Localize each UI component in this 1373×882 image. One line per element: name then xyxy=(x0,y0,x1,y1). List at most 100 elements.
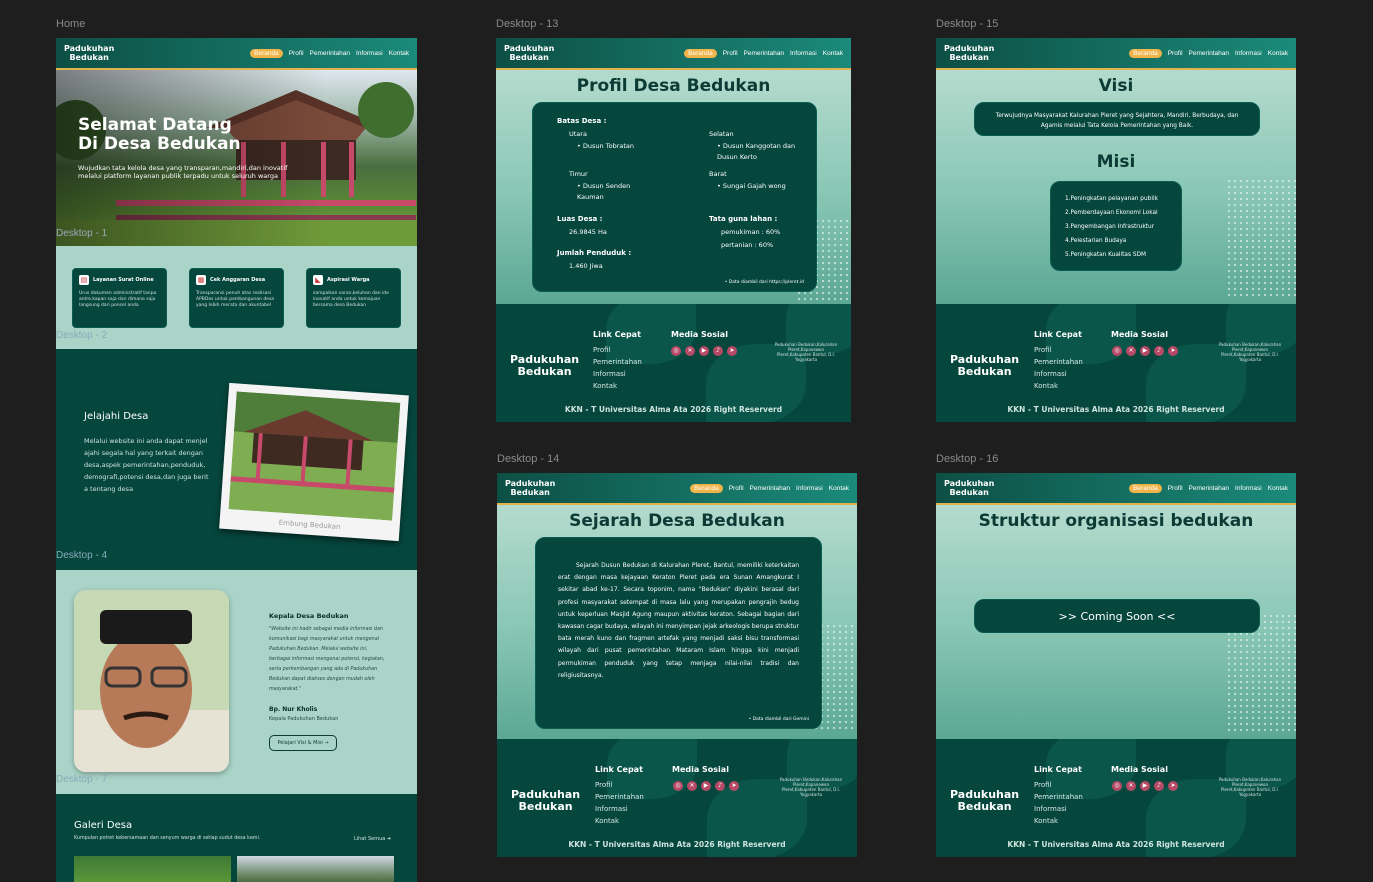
frame-label-desktop-14[interactable]: Desktop - 14 xyxy=(497,453,559,465)
nav-item-kontak[interactable]: Kontak xyxy=(823,50,843,57)
frame-label-desktop-2[interactable]: Desktop - 2 xyxy=(56,330,107,341)
head-name: Bp. Nur Kholis xyxy=(269,706,318,713)
nav-item-pemerintahan[interactable]: Pemerintahan xyxy=(310,50,350,57)
footer-link-informasi[interactable]: Informasi xyxy=(595,805,628,813)
youtube-icon[interactable]: ▶ xyxy=(1140,781,1150,791)
footer-link-kontak[interactable]: Kontak xyxy=(593,382,617,390)
desktop-15-frame[interactable]: Padukuhan Bedukan Beranda Profil Pemerint… xyxy=(936,38,1296,422)
desktop-16-frame[interactable]: Padukuhan Bedukan Beranda Profil Pemerint… xyxy=(936,473,1296,857)
nav-item-beranda[interactable]: Beranda xyxy=(1129,48,1162,58)
social-icons: ◎ ✕ ▶ ♪ ➤ xyxy=(671,346,737,356)
frame-label-home[interactable]: Home xyxy=(56,18,85,30)
see-all-link[interactable]: Lihat Semua ➔ xyxy=(354,836,391,842)
frame-label-desktop-13[interactable]: Desktop - 13 xyxy=(496,18,558,30)
nav-item-informasi[interactable]: Informasi xyxy=(356,50,383,57)
service-card[interactable]: ◣ Aspirasi Warga sampaikan saran,keluhan… xyxy=(306,268,401,328)
youtube-icon[interactable]: ▶ xyxy=(1140,346,1150,356)
footer-link-pemerintahan[interactable]: Pemerintahan xyxy=(1034,358,1083,366)
footer-link-pemerintahan[interactable]: Pemerintahan xyxy=(593,358,642,366)
frame-label-desktop-16[interactable]: Desktop - 16 xyxy=(936,453,998,465)
profile-card: Batas Desa : Utara • Dusun Tobratan Sela… xyxy=(532,102,817,292)
instagram-icon[interactable]: ◎ xyxy=(1112,781,1122,791)
footer-link-informasi[interactable]: Informasi xyxy=(593,370,626,378)
telegram-icon[interactable]: ➤ xyxy=(1168,781,1178,791)
footer-link-informasi[interactable]: Informasi xyxy=(1034,370,1067,378)
nav-brand[interactable]: Padukuhan Bedukan xyxy=(505,479,555,497)
nav-item-beranda[interactable]: Beranda xyxy=(684,48,717,58)
nav-item-pemerintahan[interactable]: Pemerintahan xyxy=(750,485,790,492)
nav-item-informasi[interactable]: Informasi xyxy=(1235,50,1262,57)
tiktok-icon[interactable]: ♪ xyxy=(715,781,725,791)
frame-label-desktop-1[interactable]: Desktop - 1 xyxy=(56,228,107,239)
nav-item-kontak[interactable]: Kontak xyxy=(389,50,409,57)
telegram-icon[interactable]: ➤ xyxy=(1168,346,1178,356)
nav-item-kontak[interactable]: Kontak xyxy=(1268,485,1288,492)
budget-icon: ▦ xyxy=(196,275,206,285)
nav-brand[interactable]: Padukuhan Bedukan xyxy=(504,44,554,62)
nav-brand[interactable]: Padukuhan Bedukan xyxy=(944,44,994,62)
service-card[interactable]: ▤ Layanan Surat Online Urus dokumen admi… xyxy=(72,268,167,328)
visi-misi-button[interactable]: Pelajari Visi & Misi → xyxy=(269,735,337,751)
tiktok-icon[interactable]: ♪ xyxy=(713,346,723,356)
nav-item-informasi[interactable]: Informasi xyxy=(1235,485,1262,492)
nav-item-informasi[interactable]: Informasi xyxy=(790,50,817,57)
polaroid-photo[interactable]: Embung Bedukan xyxy=(219,382,409,542)
x-icon[interactable]: ✕ xyxy=(685,346,695,356)
tiktok-icon[interactable]: ♪ xyxy=(1154,781,1164,791)
nav-menu: Beranda Profil Pemerintahan Informasi Ko… xyxy=(684,48,843,58)
instagram-icon[interactable]: ◎ xyxy=(671,346,681,356)
instagram-icon[interactable]: ◎ xyxy=(673,781,683,791)
nav-item-profil[interactable]: Profil xyxy=(1168,485,1183,492)
x-icon[interactable]: ✕ xyxy=(1126,346,1136,356)
footer-link-profil[interactable]: Profil xyxy=(595,781,612,789)
tiktok-icon[interactable]: ♪ xyxy=(1154,346,1164,356)
telegram-icon[interactable]: ➤ xyxy=(729,781,739,791)
footer-link-profil[interactable]: Profil xyxy=(1034,346,1051,354)
footer-brand: Padukuhan Bedukan xyxy=(950,353,1020,378)
nav-item-beranda[interactable]: Beranda xyxy=(1129,483,1162,493)
nav-item-informasi[interactable]: Informasi xyxy=(796,485,823,492)
instagram-icon[interactable]: ◎ xyxy=(1112,346,1122,356)
desktop-13-frame[interactable]: Padukuhan Bedukan Beranda Profil Pemerint… xyxy=(496,38,851,422)
nav-item-beranda[interactable]: Beranda xyxy=(690,483,723,493)
nav-item-profil[interactable]: Profil xyxy=(1168,50,1183,57)
nav-brand[interactable]: Padukuhan Bedukan xyxy=(944,479,994,497)
nav-item-kontak[interactable]: Kontak xyxy=(1268,50,1288,57)
youtube-icon[interactable]: ▶ xyxy=(699,346,709,356)
service-card[interactable]: ▦ Cek Anggaran Desa Transparansi penuh a… xyxy=(189,268,284,328)
footer-address: Padukuhan Bedukan,Kalurahan Pleret,Kapan… xyxy=(774,342,838,362)
gallery-photo[interactable] xyxy=(74,856,231,882)
frame-label-desktop-4[interactable]: Desktop - 4 xyxy=(56,550,107,561)
footer-link-kontak[interactable]: Kontak xyxy=(1034,382,1058,390)
nav-item-profil[interactable]: Profil xyxy=(729,485,744,492)
nav-item-profil[interactable]: Profil xyxy=(289,50,304,57)
home-frame[interactable]: Padukuhan Bedukan Beranda Profil Pemerint… xyxy=(56,38,417,882)
frame-label-desktop-7[interactable]: Desktop - 7 xyxy=(56,774,107,785)
footer-copyright: KKN - T Universitas Alma Ata 2026 Right … xyxy=(568,840,786,849)
nav-item-kontak[interactable]: Kontak xyxy=(829,485,849,492)
footer-link-kontak[interactable]: Kontak xyxy=(595,817,619,825)
nav-brand[interactable]: Padukuhan Bedukan xyxy=(64,44,114,62)
desktop-14-frame[interactable]: Padukuhan Bedukan Beranda Profil Pemerint… xyxy=(497,473,857,857)
x-icon[interactable]: ✕ xyxy=(687,781,697,791)
nav-item-pemerintahan[interactable]: Pemerintahan xyxy=(1189,485,1229,492)
nav-item-pemerintahan[interactable]: Pemerintahan xyxy=(1189,50,1229,57)
document-icon: ▤ xyxy=(79,275,89,285)
footer-link-profil[interactable]: Profil xyxy=(593,346,610,354)
telegram-icon[interactable]: ➤ xyxy=(727,346,737,356)
gallery-photo[interactable] xyxy=(237,856,394,882)
footer-link-profil[interactable]: Profil xyxy=(1034,781,1051,789)
x-icon[interactable]: ✕ xyxy=(1126,781,1136,791)
nav-item-pemerintahan[interactable]: Pemerintahan xyxy=(744,50,784,57)
footer-link-pemerintahan[interactable]: Pemerintahan xyxy=(595,793,644,801)
footer-link-informasi[interactable]: Informasi xyxy=(1034,805,1067,813)
explore-text: Melalui website ini anda dapat menjelaja… xyxy=(84,437,209,493)
footer-link-pemerintahan[interactable]: Pemerintahan xyxy=(1034,793,1083,801)
nav-menu: Beranda Profil Pemerintahan Informasi Ko… xyxy=(250,48,409,58)
frame-label-desktop-15[interactable]: Desktop - 15 xyxy=(936,18,998,30)
nav-item-beranda[interactable]: Beranda xyxy=(250,48,283,58)
history-card: Sejarah Dusun Bedukan di Kalurahan Plere… xyxy=(535,537,822,729)
nav-item-profil[interactable]: Profil xyxy=(723,50,738,57)
youtube-icon[interactable]: ▶ xyxy=(701,781,711,791)
footer-link-kontak[interactable]: Kontak xyxy=(1034,817,1058,825)
